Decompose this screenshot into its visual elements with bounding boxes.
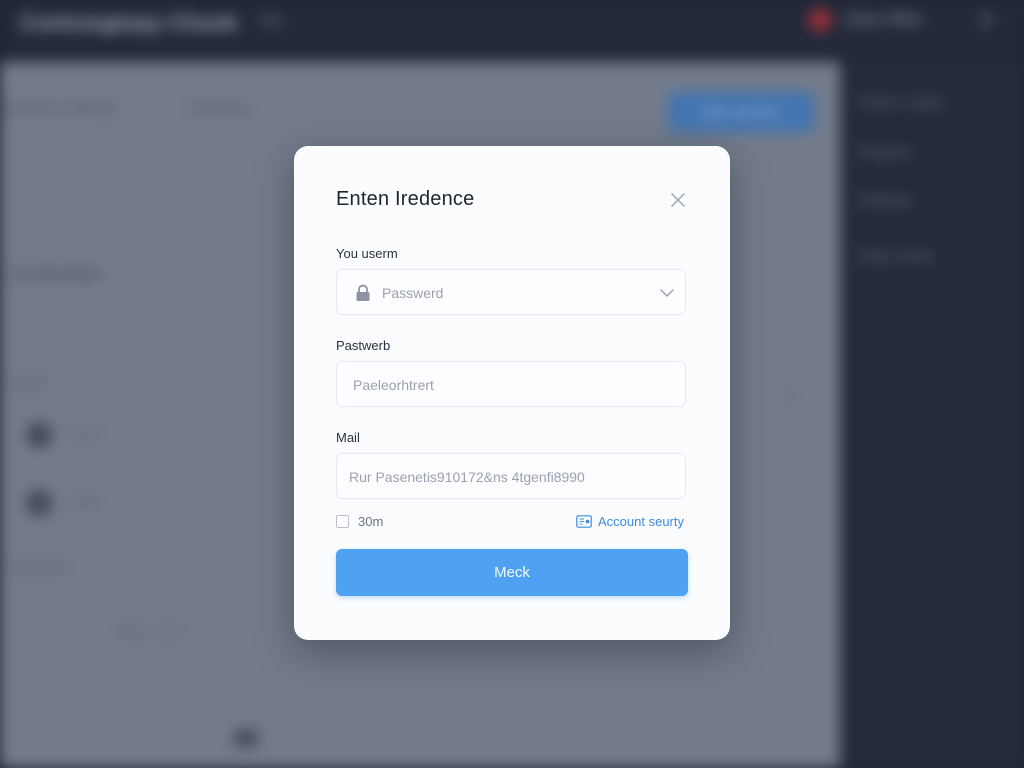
username-label: You userm [336, 246, 398, 261]
mail-field[interactable]: Rur Pasenetis910172&ns 4tgenfi8990 [336, 453, 686, 499]
dialog-title: Enten Iredence [336, 188, 475, 210]
password-label: Pastwerb [336, 338, 391, 353]
credentials-dialog: Enten Iredence You userm Passwerd Pastwe… [294, 146, 730, 640]
account-security-link-label: Account seurty [598, 514, 684, 529]
mail-label: Mail [336, 430, 360, 445]
password-field[interactable]: Paeleorhtrert [336, 361, 686, 407]
shield-icon [576, 515, 592, 528]
password-placeholder: Paeleorhtrert [353, 377, 434, 393]
close-icon [671, 193, 685, 207]
mail-placeholder: Rur Pasenetis910172&ns 4tgenfi8990 [349, 469, 585, 485]
username-field[interactable]: Passwerd [336, 269, 686, 315]
lock-icon [356, 284, 370, 301]
username-placeholder: Passwerd [382, 285, 444, 301]
checkbox-box[interactable] [336, 515, 349, 528]
close-button[interactable] [666, 188, 690, 212]
chevron-down-icon[interactable] [659, 285, 675, 301]
remember-label: 30m [358, 514, 384, 529]
submit-button[interactable]: Meck [336, 549, 688, 596]
